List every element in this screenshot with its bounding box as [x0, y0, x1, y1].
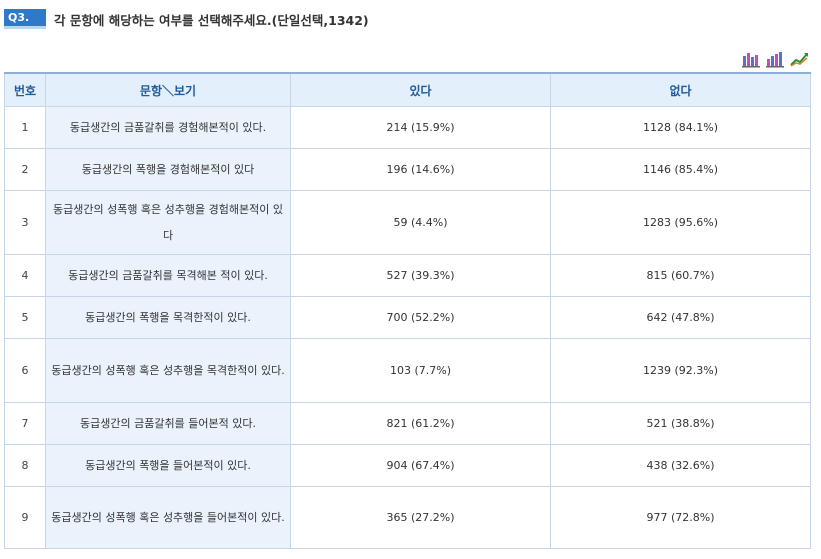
- row-no-value: 1128 (84.1%): [550, 106, 811, 149]
- row-label: 동급생간의 성폭행 혹은 성추행을 목격한적이 있다.: [45, 338, 291, 403]
- table-row: 9 동급생간의 성폭행 혹은 성추행을 들어본적이 있다. 365 (27.2%…: [4, 486, 811, 549]
- row-yes-value: 103 (7.7%): [290, 338, 551, 403]
- table-row: 6 동급생간의 성폭행 혹은 성추행을 목격한적이 있다. 103 (7.7%)…: [4, 338, 811, 403]
- table-row: 7 동급생간의 금품갈취를 들어본적 있다. 821 (61.2%) 521 (…: [4, 402, 811, 445]
- bar-chart-alt-icon[interactable]: [765, 51, 785, 68]
- row-number: 8: [4, 444, 46, 487]
- row-label: 동급생간의 금품갈취를 경험해본적이 있다.: [45, 106, 291, 149]
- results-table: 번호 문항＼보기 있다 없다 1 동급생간의 금품갈취를 경험해본적이 있다. …: [4, 72, 811, 549]
- table-row: 1 동급생간의 금품갈취를 경험해본적이 있다. 214 (15.9%) 112…: [4, 106, 811, 149]
- question-badge: Q3.: [4, 9, 46, 29]
- row-number: 7: [4, 402, 46, 445]
- row-label: 동급생간의 금품갈취를 목격해본 적이 있다.: [45, 254, 291, 297]
- row-yes-value: 700 (52.2%): [290, 296, 551, 339]
- header-item: 문항＼보기: [45, 72, 291, 107]
- row-label: 동급생간의 성폭행 혹은 성추행을 들어본적이 있다.: [45, 486, 291, 549]
- header-no: 없다: [550, 72, 811, 107]
- table-header-row: 번호 문항＼보기 있다 없다: [4, 72, 811, 107]
- row-no-value: 1146 (85.4%): [550, 148, 811, 191]
- row-label: 동급생간의 폭행을 들어본적이 있다.: [45, 444, 291, 487]
- table-row: 4 동급생간의 금품갈취를 목격해본 적이 있다. 527 (39.3%) 81…: [4, 254, 811, 297]
- row-no-value: 977 (72.8%): [550, 486, 811, 549]
- chart-type-toolbar: [741, 51, 809, 68]
- row-label: 동급생간의 성폭행 혹은 성추행을 경험해본적이 있다: [45, 190, 291, 255]
- bar-chart-icon[interactable]: [741, 51, 761, 68]
- row-no-value: 1239 (92.3%): [550, 338, 811, 403]
- row-no-value: 1283 (95.6%): [550, 190, 811, 255]
- row-number: 9: [4, 486, 46, 549]
- row-number: 5: [4, 296, 46, 339]
- row-yes-value: 904 (67.4%): [290, 444, 551, 487]
- table-row: 8 동급생간의 폭행을 들어본적이 있다. 904 (67.4%) 438 (3…: [4, 444, 811, 487]
- header-number: 번호: [4, 72, 46, 107]
- row-yes-value: 821 (61.2%): [290, 402, 551, 445]
- row-number: 3: [4, 190, 46, 255]
- table-row: 3 동급생간의 성폭행 혹은 성추행을 경험해본적이 있다 59 (4.4%) …: [4, 190, 811, 255]
- row-no-value: 815 (60.7%): [550, 254, 811, 297]
- row-yes-value: 196 (14.6%): [290, 148, 551, 191]
- question-header: Q3. 각 문항에 해당하는 여부를 선택해주세요.(단일선택,1342): [4, 7, 644, 31]
- row-number: 6: [4, 338, 46, 403]
- row-yes-value: 527 (39.3%): [290, 254, 551, 297]
- row-no-value: 521 (38.8%): [550, 402, 811, 445]
- header-yes: 있다: [290, 72, 551, 107]
- row-number: 1: [4, 106, 46, 149]
- row-number: 2: [4, 148, 46, 191]
- row-no-value: 438 (32.6%): [550, 444, 811, 487]
- row-yes-value: 365 (27.2%): [290, 486, 551, 549]
- question-title: 각 문항에 해당하는 여부를 선택해주세요.(단일선택,1342): [54, 12, 369, 28]
- line-chart-icon[interactable]: [789, 51, 809, 68]
- row-label: 동급생간의 폭행을 경험해본적이 있다: [45, 148, 291, 191]
- row-yes-value: 59 (4.4%): [290, 190, 551, 255]
- row-no-value: 642 (47.8%): [550, 296, 811, 339]
- table-row: 5 동급생간의 폭행을 목격한적이 있다. 700 (52.2%) 642 (4…: [4, 296, 811, 339]
- row-yes-value: 214 (15.9%): [290, 106, 551, 149]
- row-label: 동급생간의 폭행을 목격한적이 있다.: [45, 296, 291, 339]
- row-label: 동급생간의 금품갈취를 들어본적 있다.: [45, 402, 291, 445]
- table-row: 2 동급생간의 폭행을 경험해본적이 있다 196 (14.6%) 1146 (…: [4, 148, 811, 191]
- row-number: 4: [4, 254, 46, 297]
